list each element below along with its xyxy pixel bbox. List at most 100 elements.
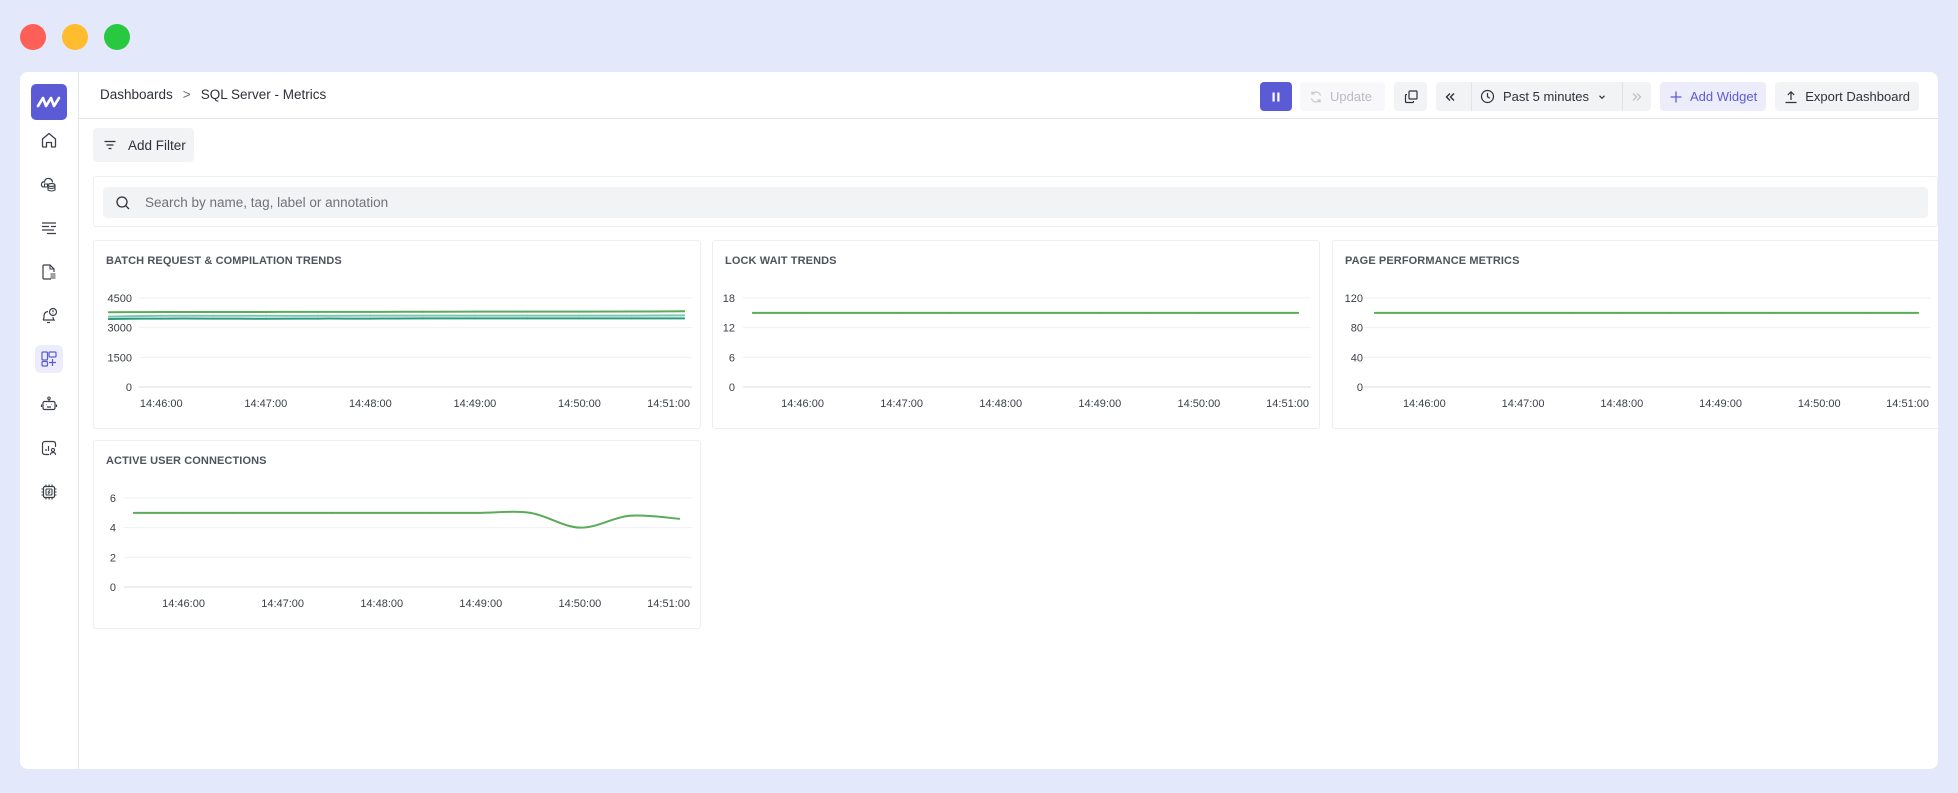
data-point[interactable] — [473, 314, 476, 317]
data-point[interactable] — [1049, 311, 1052, 314]
data-point[interactable] — [232, 511, 235, 514]
data-point[interactable] — [479, 511, 482, 514]
series-line-series-1[interactable] — [108, 310, 685, 314]
data-point[interactable] — [630, 314, 633, 317]
data-point[interactable] — [160, 314, 163, 317]
breadcrumb-dashboards-link[interactable]: Dashboards — [100, 87, 173, 102]
widget-page-performance-metrics[interactable]: PAGE PERFORMANCE METRICS 0 40 80 120 14:46:0… — [1332, 240, 1938, 429]
data-point[interactable] — [1522, 311, 1525, 314]
data-point[interactable] — [317, 317, 320, 320]
series-line-series-1[interactable] — [133, 510, 680, 529]
data-point[interactable] — [1620, 311, 1623, 314]
data-point[interactable] — [212, 314, 215, 317]
data-point[interactable] — [317, 314, 320, 317]
time-range-select[interactable]: Past 5 minutes — [1471, 82, 1615, 111]
sidebar-item-settings[interactable] — [35, 478, 63, 506]
sidebar-item-ai-assistant[interactable] — [35, 390, 63, 418]
add-filter-button[interactable]: Add Filter — [93, 128, 194, 162]
data-point[interactable] — [683, 317, 685, 320]
data-point[interactable] — [212, 317, 215, 320]
data-point[interactable] — [628, 514, 631, 517]
data-point[interactable] — [630, 310, 633, 313]
sidebar-item-home[interactable] — [35, 126, 63, 154]
data-point[interactable] — [369, 317, 372, 320]
data-point[interactable] — [160, 311, 163, 314]
data-point[interactable] — [1917, 311, 1919, 314]
sidebar-item-logs[interactable] — [35, 214, 63, 242]
pause-button[interactable] — [1260, 82, 1293, 111]
data-point[interactable] — [473, 310, 476, 313]
widget-active-user-connections[interactable]: ACTIVE USER CONNECTIONS 0 2 4 6 14:46:00 14:4… — [93, 440, 701, 629]
clone-dashboard-button[interactable] — [1394, 82, 1428, 111]
data-point[interactable] — [578, 526, 581, 529]
data-point[interactable] — [578, 317, 581, 320]
data-point[interactable] — [526, 314, 529, 317]
data-point[interactable] — [1571, 311, 1574, 314]
data-point[interactable] — [281, 511, 284, 514]
data-point[interactable] — [752, 311, 754, 314]
data-point[interactable] — [678, 517, 680, 520]
window-close-button[interactable] — [20, 24, 46, 50]
sidebar-item-infrastructure[interactable] — [35, 170, 63, 198]
data-point[interactable] — [1719, 311, 1722, 314]
time-forward-button[interactable] — [1622, 82, 1651, 111]
data-point[interactable] — [578, 310, 581, 313]
data-point[interactable] — [851, 311, 854, 314]
search-input[interactable] — [145, 195, 1928, 210]
data-point[interactable] — [1423, 311, 1426, 314]
data-point[interactable] — [212, 311, 215, 314]
data-point[interactable] — [683, 310, 685, 313]
sidebar-item-user-monitoring[interactable] — [35, 434, 63, 462]
search-field[interactable] — [103, 187, 1928, 218]
data-point[interactable] — [369, 310, 372, 313]
data-point[interactable] — [1247, 311, 1250, 314]
data-point[interactable] — [1670, 311, 1673, 314]
data-point[interactable] — [1297, 311, 1299, 314]
data-point[interactable] — [900, 311, 903, 314]
data-point[interactable] — [421, 314, 424, 317]
data-point[interactable] — [578, 314, 581, 317]
sidebar-item-alerts[interactable] — [35, 302, 63, 330]
data-point[interactable] — [473, 317, 476, 320]
data-point[interactable] — [1867, 311, 1870, 314]
data-point[interactable] — [317, 310, 320, 313]
data-point[interactable] — [133, 511, 135, 514]
data-point[interactable] — [526, 317, 529, 320]
data-point[interactable] — [1197, 311, 1200, 314]
window-minimize-button[interactable] — [62, 24, 88, 50]
widget-lock-wait-trends[interactable]: LOCK WAIT TRENDS 0 6 12 18 14:46:00 14:47:00 1… — [712, 240, 1320, 429]
data-point[interactable] — [421, 310, 424, 313]
data-point[interactable] — [264, 317, 267, 320]
data-point[interactable] — [108, 311, 110, 314]
series-line-series-2[interactable] — [108, 314, 685, 318]
data-point[interactable] — [999, 311, 1002, 314]
data-point[interactable] — [630, 317, 633, 320]
data-point[interactable] — [1148, 311, 1151, 314]
data-point[interactable] — [108, 315, 110, 318]
data-point[interactable] — [380, 511, 383, 514]
sidebar-item-reports[interactable] — [35, 258, 63, 286]
data-point[interactable] — [182, 511, 185, 514]
data-point[interactable] — [529, 511, 532, 514]
data-point[interactable] — [1768, 311, 1771, 314]
widget-batch-request-compilation-trends[interactable]: BATCH REQUEST & COMPILATION TRENDS 0 1500… — [93, 240, 701, 429]
data-point[interactable] — [264, 314, 267, 317]
update-button[interactable]: Update — [1300, 82, 1386, 111]
add-widget-button[interactable]: Add Widget — [1660, 82, 1767, 111]
data-point[interactable] — [1374, 311, 1376, 314]
data-point[interactable] — [526, 310, 529, 313]
data-point[interactable] — [264, 310, 267, 313]
data-point[interactable] — [421, 317, 424, 320]
data-point[interactable] — [801, 311, 804, 314]
data-point[interactable] — [331, 511, 334, 514]
data-point[interactable] — [160, 317, 163, 320]
data-point[interactable] — [950, 311, 953, 314]
data-point[interactable] — [1472, 311, 1475, 314]
sidebar-item-dashboards[interactable] — [35, 345, 63, 373]
data-point[interactable] — [1098, 311, 1101, 314]
export-dashboard-button[interactable]: Export Dashboard — [1775, 82, 1919, 111]
data-point[interactable] — [1818, 311, 1821, 314]
time-back-button[interactable] — [1436, 82, 1464, 111]
series-line-series-3[interactable] — [108, 317, 685, 320]
data-point[interactable] — [108, 317, 110, 320]
